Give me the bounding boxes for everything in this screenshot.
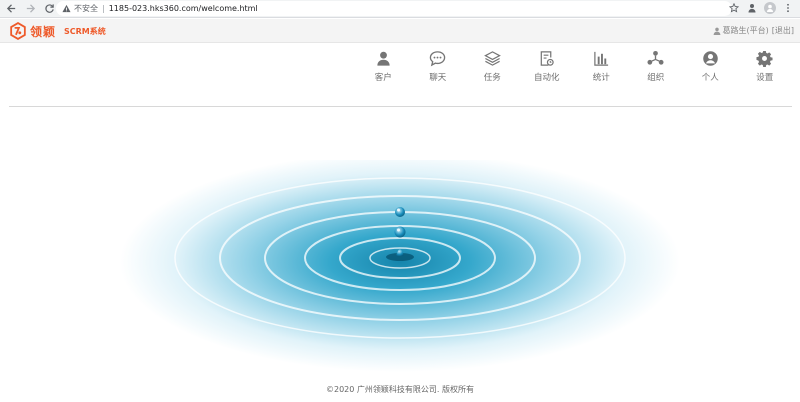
back-arrow-icon bbox=[6, 4, 15, 13]
nav-item-organization[interactable]: 组织 bbox=[629, 45, 684, 87]
water-drop-image bbox=[120, 152, 680, 372]
logout-link[interactable]: [退出] bbox=[772, 25, 794, 36]
nav-label: 客户 bbox=[374, 73, 392, 83]
brand-logo[interactable]: 领颖 SCRM系统 bbox=[9, 22, 106, 40]
water-ripple-illustration bbox=[120, 152, 680, 380]
nav-item-settings[interactable]: 设置 bbox=[738, 45, 793, 87]
reload-icon bbox=[44, 4, 54, 13]
chat-icon bbox=[430, 50, 446, 66]
layers-icon bbox=[483, 50, 501, 66]
address-bar[interactable]: 不安全 | 1185-023.hks360.com/welcome.html bbox=[56, 1, 732, 16]
nav-item-customers[interactable]: 客户 bbox=[356, 45, 411, 87]
gear-icon bbox=[756, 50, 773, 67]
user-icon bbox=[713, 27, 720, 35]
profile-avatar[interactable] bbox=[764, 2, 776, 14]
user-name[interactable]: 葛路生(平台) bbox=[723, 25, 769, 36]
nav-item-automation[interactable]: 自动化 bbox=[520, 45, 575, 87]
warning-icon bbox=[62, 4, 71, 13]
app-header: 领颖 SCRM系统 葛路生(平台) [退出] bbox=[0, 19, 800, 43]
nav-label: 聊天 bbox=[429, 73, 447, 83]
url-text: 1185-023.hks360.com/welcome.html bbox=[108, 4, 258, 13]
bookmark-star-button[interactable] bbox=[728, 2, 740, 14]
more-vert-icon bbox=[787, 3, 789, 13]
person-circle-icon bbox=[702, 50, 718, 66]
nav-label: 任务 bbox=[483, 73, 501, 83]
browser-toolbar: 不安全 | 1185-023.hks360.com/welcome.html bbox=[0, 0, 800, 18]
extension-button[interactable] bbox=[746, 2, 758, 14]
profile-icon bbox=[767, 4, 773, 12]
nav-label: 统计 bbox=[592, 73, 610, 83]
nav-label: 组织 bbox=[647, 73, 665, 83]
main-nav: 客户 聊天 任务 自动化 统计 组织 个人 设置 bbox=[356, 45, 792, 87]
nav-item-chat[interactable]: 聊天 bbox=[411, 45, 466, 87]
user-menu: 葛路生(平台) [退出] bbox=[713, 25, 794, 36]
separator: | bbox=[102, 4, 105, 13]
nav-label: 自动化 bbox=[533, 73, 560, 83]
automation-icon bbox=[540, 50, 554, 66]
star-icon bbox=[729, 3, 739, 13]
security-label: 不安全 bbox=[74, 4, 98, 13]
nav-item-tasks[interactable]: 任务 bbox=[465, 45, 520, 87]
forward-arrow-icon bbox=[26, 4, 35, 13]
org-icon bbox=[647, 50, 664, 65]
reload-button[interactable] bbox=[41, 1, 57, 17]
user-icon bbox=[377, 51, 390, 66]
back-button[interactable] bbox=[3, 1, 19, 17]
bar-chart-icon bbox=[594, 51, 608, 66]
person-icon bbox=[748, 4, 756, 13]
nav-label: 设置 bbox=[756, 73, 774, 83]
forward-button[interactable] bbox=[22, 1, 38, 17]
browser-menu-button[interactable] bbox=[782, 2, 794, 14]
logo-hexagon-icon bbox=[10, 22, 26, 40]
brand-name: 领颖 bbox=[30, 24, 57, 39]
nav-label: 个人 bbox=[701, 73, 719, 83]
header-divider bbox=[9, 106, 792, 107]
nav-item-personal[interactable]: 个人 bbox=[683, 45, 738, 87]
nav-item-statistics[interactable]: 统计 bbox=[574, 45, 629, 87]
product-name: SCRM系统 bbox=[64, 26, 106, 36]
footer-copyright: ©2020 广州领颖科技有限公司. 版权所有 bbox=[326, 385, 474, 394]
